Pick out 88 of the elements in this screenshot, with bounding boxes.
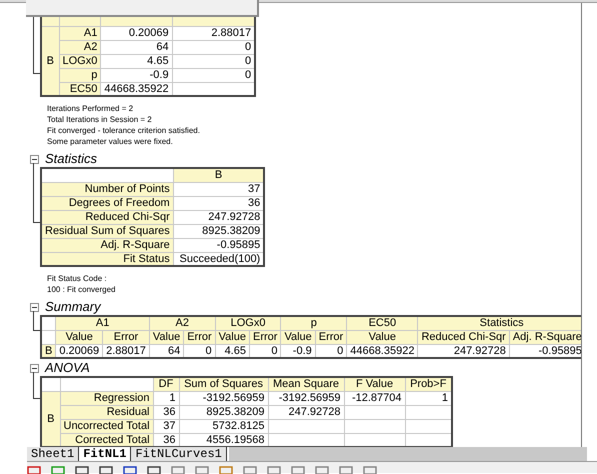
table-cell: 8925.38209 (179, 405, 268, 419)
table-cell: 5732.8125 (179, 419, 268, 433)
table-cell: 247.92728 (173, 210, 264, 224)
table-cell: 8925.38209 (173, 224, 264, 238)
column-header: Error (102, 330, 150, 344)
column-header: B (173, 168, 264, 182)
row-header: Regression (60, 391, 154, 405)
column-header: Error (315, 330, 347, 344)
table-cell: 1 (405, 391, 452, 405)
fit-note: Fit converged - tolerance criterion satisfied. (47, 125, 201, 136)
table-cell: -0.95895 (173, 238, 264, 252)
table-cell: 0.20069 (100, 26, 172, 40)
column-header: Sum of Squares (179, 377, 268, 391)
toolbar-icon[interactable] (27, 466, 41, 474)
row-header: Adj. R-Square (41, 238, 174, 252)
row-header: Residual Sum of Squares (41, 224, 174, 238)
column-group-header: A2 (149, 316, 216, 330)
column-group-header: A1 (56, 316, 150, 330)
row-group-header: B (41, 391, 60, 447)
section-title: Summary (45, 299, 101, 315)
collapse-icon[interactable] (30, 302, 39, 312)
table-cell: 0 (172, 68, 256, 82)
column-header: Mean Square (268, 377, 344, 391)
row-header: Corrected Total (60, 433, 154, 447)
row-header: A1 (59, 26, 101, 40)
table-cell: 36 (173, 196, 264, 210)
sheet-tab[interactable]: FitNLCurves1 (131, 447, 227, 461)
table-cell: 0 (172, 40, 256, 54)
column-group-header: p (280, 316, 347, 330)
row-header: Reduced Chi-Sqr (41, 210, 174, 224)
fit-note: Some parameter values were fixed. (47, 136, 174, 147)
column-header: Value (280, 330, 316, 344)
column-header: Value (346, 330, 418, 344)
row-group-header: B (41, 26, 59, 96)
table-cell: 37 (153, 419, 180, 433)
collapse-icon[interactable] (30, 364, 39, 372)
column-header: Error (184, 330, 216, 344)
section-title: Statistics (45, 151, 98, 167)
sheet-tab[interactable]: Sheet1 (27, 447, 80, 461)
table-cell: 2.88017 (172, 26, 256, 40)
table-cell: 36 (153, 405, 180, 419)
fit-note: Total Iterations in Session = 2 (47, 114, 153, 125)
row-header: p (59, 68, 101, 82)
tree-connector (33, 163, 40, 223)
tree-connector (33, 372, 40, 399)
toolbar-icon[interactable] (99, 466, 113, 474)
row-header: Uncorrected Total (60, 419, 154, 433)
row-header: Number of Points (41, 182, 174, 196)
column-header: Value (215, 330, 250, 344)
fit-note: 100 : Fit converged (47, 284, 116, 295)
table-cell (344, 405, 406, 419)
column-header: Value (149, 330, 184, 344)
tree-connector (33, 17, 40, 74)
table-cell: 64 (100, 40, 172, 54)
section-title: ANOVA (45, 360, 90, 376)
table-cell: 4.65 (100, 54, 172, 68)
table-cell: 0 (172, 54, 256, 68)
table-cell: -12.87704 (344, 391, 406, 405)
column-group-header: Statistics (418, 316, 581, 330)
column-header: Error (249, 330, 281, 344)
column-header: Reduced Chi-Sqr (418, 330, 510, 344)
toolbar-icon[interactable] (123, 466, 137, 474)
collapse-icon[interactable] (30, 154, 39, 164)
table-cell: -3192.56959 (179, 391, 268, 405)
row-header: B (41, 344, 56, 358)
fit-note: Iterations Performed = 2 (47, 103, 134, 114)
row-header: Degrees of Freedom (41, 196, 174, 210)
row-header: Residual (60, 405, 154, 419)
fit-note: Fit Status Code : (47, 273, 108, 284)
row-header: A2 (59, 40, 101, 54)
column-header: Value (56, 330, 103, 344)
toolbar-icon[interactable] (147, 466, 161, 474)
column-group-header: LOGx0 (215, 316, 281, 330)
row-header: LOGx0 (59, 54, 101, 68)
table-cell: 37 (173, 182, 264, 196)
column-header: F Value (344, 377, 406, 391)
toolbar-icon[interactable] (75, 466, 89, 474)
table-cell: 1 (153, 391, 180, 405)
column-header: DF (153, 377, 180, 391)
column-header: Prob>F (405, 377, 452, 391)
table-cell (344, 419, 406, 433)
table-cell: -0.9 (100, 68, 172, 82)
column-group-header: EC50 (346, 316, 418, 330)
row-header: EC50 (59, 82, 101, 96)
tree-connector (33, 311, 40, 331)
row-header: Fit Status (41, 252, 174, 266)
table-cell: -3192.56959 (268, 391, 344, 405)
table-cell: 247.92728 (268, 405, 344, 419)
